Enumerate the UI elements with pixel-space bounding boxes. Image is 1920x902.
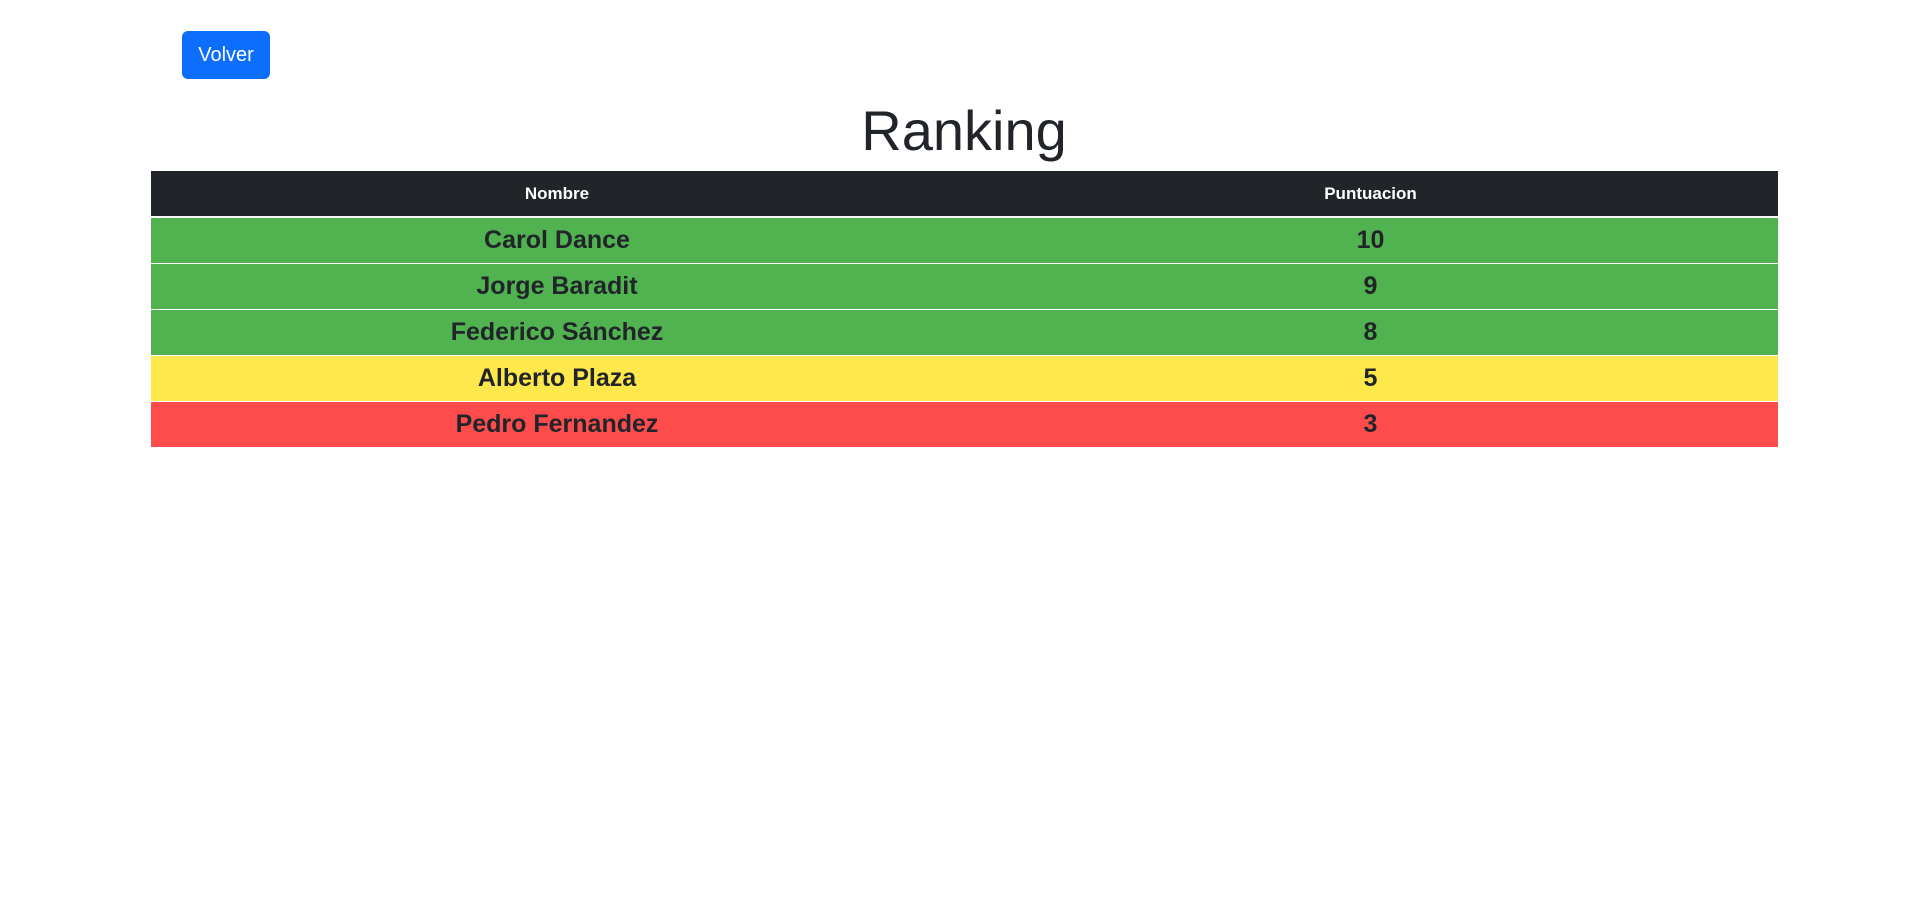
cell-nombre: Pedro Fernandez <box>151 401 963 447</box>
table-header: Nombre Puntuacion <box>151 171 1778 218</box>
cell-puntuacion: 10 <box>963 217 1778 264</box>
cell-puntuacion: 8 <box>963 309 1778 356</box>
cell-puntuacion: 5 <box>963 355 1778 402</box>
table-body: Carol Dance 10 Jorge Baradit 9 Federico … <box>151 217 1778 447</box>
cell-nombre: Federico Sánchez <box>151 309 963 356</box>
column-header-nombre: Nombre <box>151 171 963 218</box>
table-row: Federico Sánchez 8 <box>151 309 1778 356</box>
table-row: Pedro Fernandez 3 <box>151 401 1778 447</box>
table-row: Carol Dance 10 <box>151 217 1778 264</box>
ranking-table: Nombre Puntuacion Carol Dance 10 Jorge B… <box>151 171 1778 447</box>
cell-puntuacion: 9 <box>963 263 1778 310</box>
table-row: Alberto Plaza 5 <box>151 355 1778 402</box>
page-title: Ranking <box>861 99 1067 162</box>
table-header-row: Nombre Puntuacion <box>151 171 1778 218</box>
cell-nombre: Jorge Baradit <box>151 263 963 310</box>
ranking-page: Volver Ranking Nombre Puntuacion Carol D… <box>0 0 1920 902</box>
table-row: Jorge Baradit 9 <box>151 263 1778 310</box>
cell-puntuacion: 3 <box>963 401 1778 447</box>
cell-nombre: Alberto Plaza <box>151 355 963 402</box>
cell-nombre: Carol Dance <box>151 217 963 264</box>
back-button[interactable]: Volver <box>182 31 270 79</box>
column-header-puntuacion: Puntuacion <box>963 171 1778 218</box>
